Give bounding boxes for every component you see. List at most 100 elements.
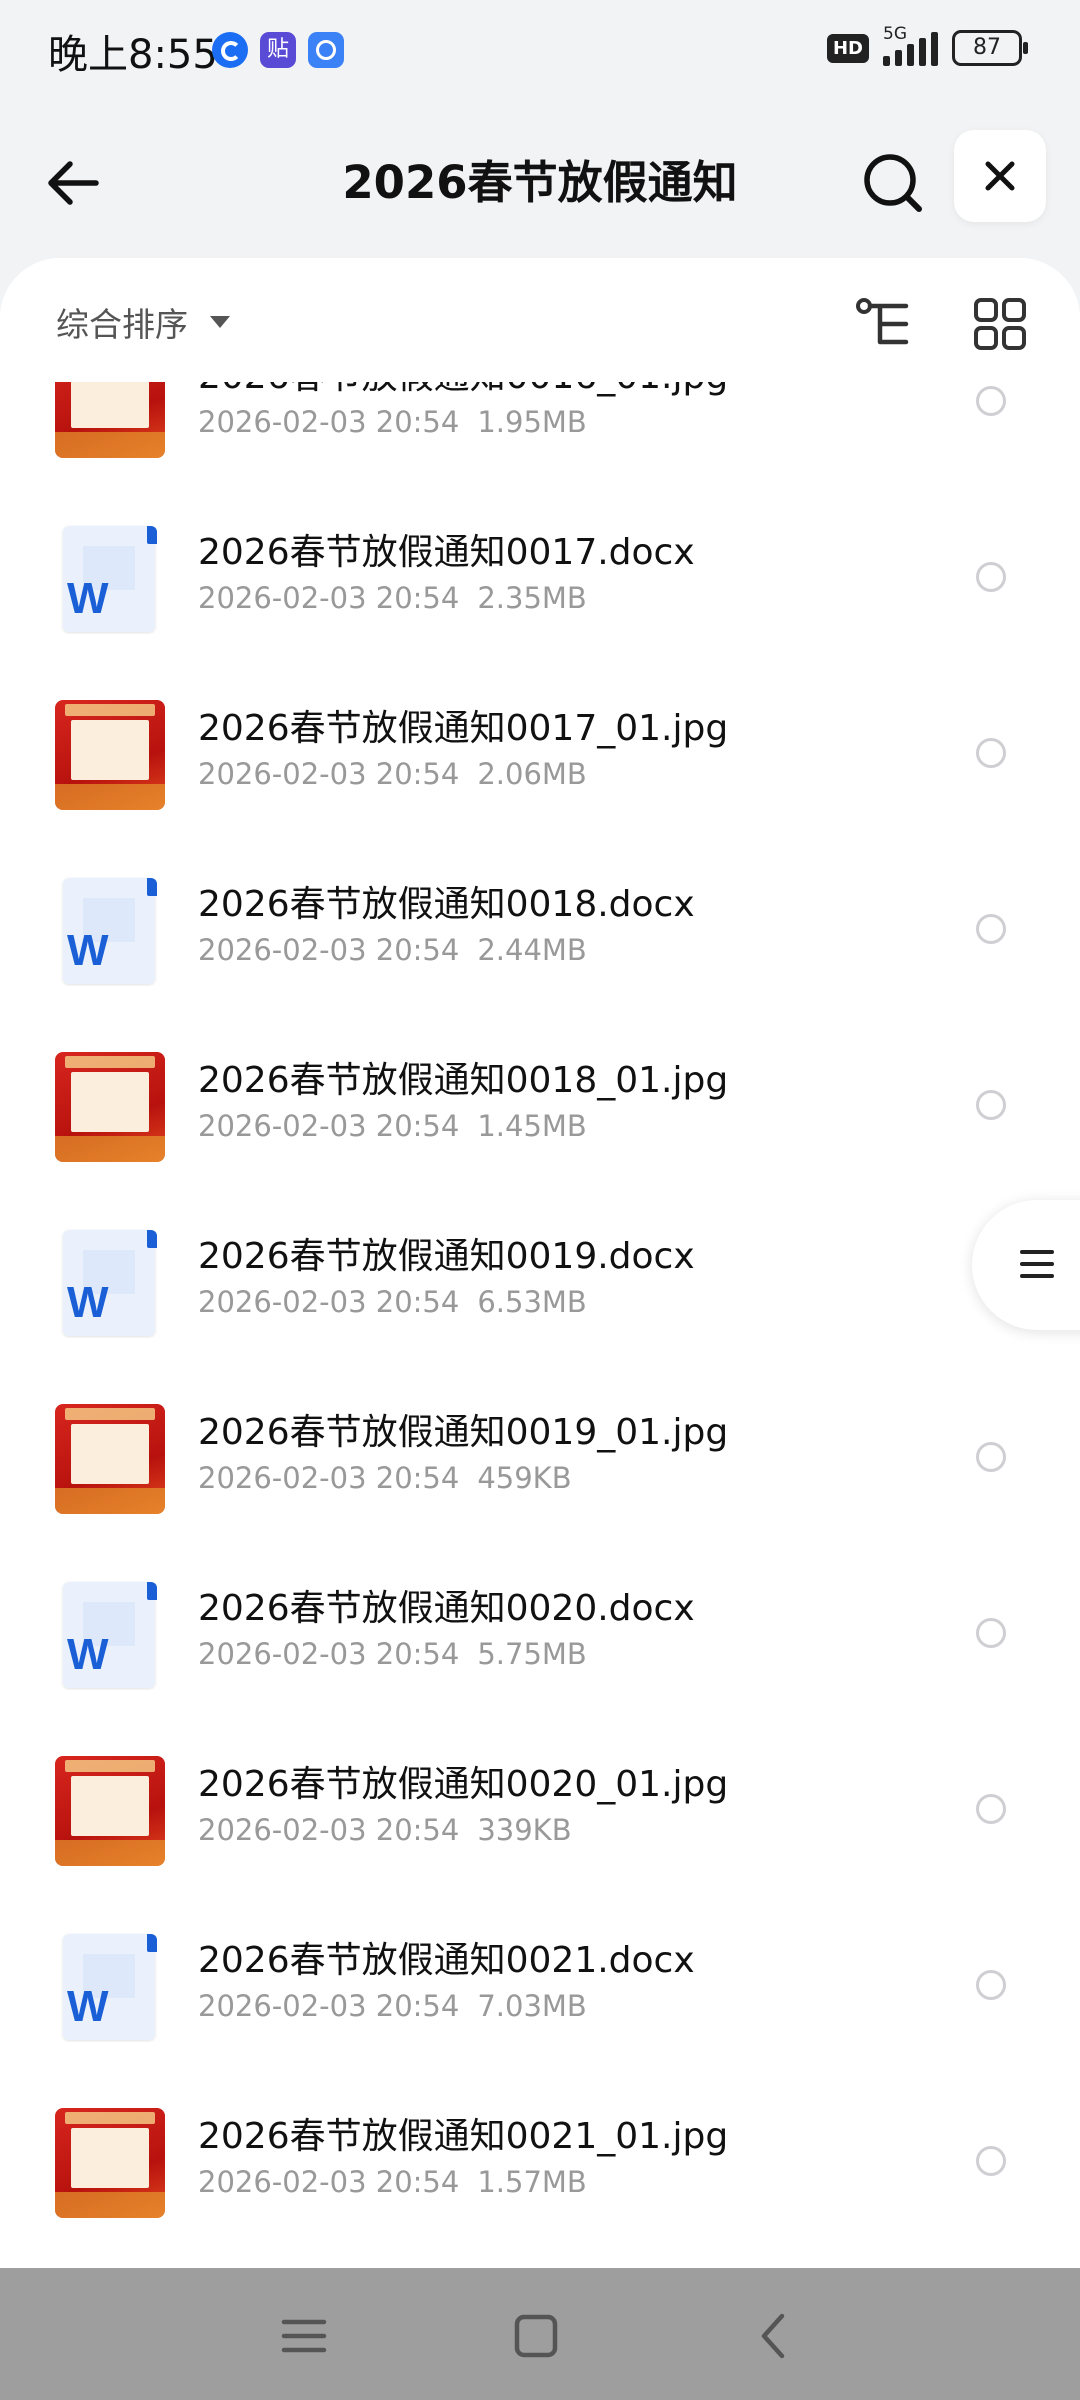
file-name: 2026春节放假通知0019_01.jpg: [198, 1412, 729, 1453]
file-date: 2026-02-03 20:54: [198, 1813, 460, 1847]
file-name: 2026春节放假通知0017_01.jpg: [198, 708, 729, 749]
file-date: 2026-02-03 20:54: [198, 2165, 460, 2199]
file-date: 2026-02-03 20:54: [198, 405, 460, 439]
file-size: 1.95MB: [477, 405, 587, 439]
file-date: 2026-02-03 20:54: [198, 757, 460, 791]
file-meta: 2026-02-03 20:54 2.06MB: [198, 757, 587, 791]
file-date: 2026-02-03 20:54: [198, 1285, 460, 1319]
word-document-icon: W: [55, 1932, 165, 2042]
caret-down-icon: [210, 316, 230, 328]
recent-apps-icon[interactable]: [276, 2308, 332, 2364]
hd-badge: HD: [826, 33, 869, 63]
file-size: 1.57MB: [477, 2165, 587, 2199]
status-right: HD 5G 87: [826, 24, 1028, 66]
file-name: 2026春节放假通知0018_01.jpg: [198, 1060, 729, 1101]
image-thumbnail: [55, 1756, 165, 1866]
select-radio[interactable]: [976, 2146, 1006, 2176]
file-name: 2026春节放假通知0017.docx: [198, 532, 695, 573]
file-row[interactable]: 2026春节放假通知0017_01.jpg 2026-02-03 20:54 2.0…: [0, 667, 1080, 843]
image-thumbnail: [55, 700, 165, 810]
select-radio[interactable]: [976, 1618, 1006, 1648]
file-row[interactable]: 2026春节放假通知0021_01.jpg 2026-02-03 20:54 1.5…: [0, 2075, 1080, 2251]
word-document-icon: W: [55, 1580, 165, 1690]
image-thumbnail: [55, 2108, 165, 2218]
file-list-panel: 2026春节放假通知0016_01.jpg2026-02-03 20:541.9…: [0, 258, 1080, 2268]
file-date: 2026-02-03 20:54: [198, 933, 460, 967]
file-name: 2026春节放假通知0020.docx: [198, 1588, 695, 1629]
close-icon: [985, 161, 1015, 191]
notification-icons: 贴: [212, 32, 344, 68]
file-row[interactable]: 2026春节放假通知0018_01.jpg 2026-02-03 20:54 1.4…: [0, 1019, 1080, 1195]
image-thumbnail: [55, 1404, 165, 1514]
file-size: 2.35MB: [477, 581, 587, 615]
close-button[interactable]: [954, 130, 1046, 222]
file-meta: 2026-02-03 20:54 7.03MB: [198, 1989, 587, 2023]
file-date: 2026-02-03 20:54: [198, 1989, 460, 2023]
file-meta: 2026-02-03 20:54 1.45MB: [198, 1109, 587, 1143]
menu-icon: [1020, 1250, 1054, 1286]
select-radio[interactable]: [976, 738, 1006, 768]
select-radio[interactable]: [976, 1794, 1006, 1824]
word-document-icon: W: [55, 524, 165, 634]
sort-dropdown[interactable]: 综合排序: [56, 298, 230, 346]
file-date: 2026-02-03 20:54: [198, 1461, 460, 1495]
file-name: 2026春节放假通知0021_01.jpg: [198, 2116, 729, 2157]
file-name: 2026春节放假通知0021.docx: [198, 1940, 695, 1981]
sort-label: 综合排序: [56, 305, 188, 344]
file-row[interactable]: 2026春节放假通知0020_01.jpg 2026-02-03 20:54 339…: [0, 1723, 1080, 1899]
file-size: 459KB: [477, 1461, 572, 1495]
system-nav-bar: [0, 2268, 1080, 2400]
file-size: 1.45MB: [477, 1109, 587, 1143]
network-label: 5G: [883, 24, 907, 44]
file-row[interactable]: 2026春节放假通知0019_01.jpg 2026-02-03 20:54 459…: [0, 1371, 1080, 1547]
file-meta: 2026-02-03 20:54 2.44MB: [198, 933, 587, 967]
app-notification-icon-2: [308, 32, 344, 68]
signal-icon: 5G: [883, 24, 938, 66]
file-meta: 2026-02-03 20:54 1.57MB: [198, 2165, 587, 2199]
file-name: 2026春节放假通知0018.docx: [198, 884, 695, 925]
file-row[interactable]: W 2026春节放假通知0019.docx 2026-02-03 20:54 6.53…: [0, 1195, 1080, 1371]
file-size: 339KB: [477, 1813, 572, 1847]
select-radio[interactable]: [976, 1090, 1006, 1120]
select-radio[interactable]: [976, 562, 1006, 592]
file-meta: 2026-02-03 20:54 339KB: [198, 1813, 572, 1847]
tree-view-icon[interactable]: [856, 296, 916, 352]
select-radio[interactable]: [976, 386, 1006, 416]
file-meta: 2026-02-03 20:54 5.75MB: [198, 1637, 587, 1671]
word-document-icon: W: [55, 1228, 165, 1338]
home-icon[interactable]: [508, 2308, 564, 2364]
file-name: 2026春节放假通知0020_01.jpg: [198, 1764, 729, 1805]
sort-toolbar: 综合排序: [0, 258, 1080, 382]
file-size: 2.06MB: [477, 757, 587, 791]
file-row[interactable]: W 2026春节放假通知0020.docx 2026-02-03 20:54 5.75…: [0, 1547, 1080, 1723]
app-notification-icon: [212, 32, 248, 68]
file-size: 6.53MB: [477, 1285, 587, 1319]
grid-view-icon[interactable]: [972, 296, 1028, 352]
file-size: 5.75MB: [477, 1637, 587, 1671]
arrow-left-icon[interactable]: [40, 148, 110, 218]
file-meta: 2026-02-03 20:54 459KB: [198, 1461, 572, 1495]
select-radio[interactable]: [976, 1442, 1006, 1472]
file-row[interactable]: W 2026春节放假通知0018.docx 2026-02-03 20:54 2.44…: [0, 843, 1080, 1019]
battery-icon: 87: [952, 30, 1028, 66]
select-radio[interactable]: [976, 914, 1006, 944]
status-bar: 晚上8:55 贴 HD 5G 87: [0, 0, 1080, 100]
status-time: 晚上8:55: [48, 32, 218, 78]
file-size: 2.44MB: [477, 933, 587, 967]
file-meta: 2026-02-03 20:54 1.95MB: [198, 405, 587, 439]
tieba-notification-icon: 贴: [260, 32, 296, 68]
file-date: 2026-02-03 20:54: [198, 1109, 460, 1143]
image-thumbnail: [55, 1052, 165, 1162]
title-bar: 2026春节放假通知: [0, 120, 1080, 240]
word-document-icon: W: [55, 876, 165, 986]
select-radio[interactable]: [976, 1970, 1006, 2000]
file-name: 2026春节放假通知0019.docx: [198, 1236, 695, 1277]
search-icon[interactable]: [858, 148, 928, 218]
back-icon[interactable]: [746, 2308, 802, 2364]
file-date: 2026-02-03 20:54: [198, 1637, 460, 1671]
file-row[interactable]: W 2026春节放假通知0021.docx 2026-02-03 20:54 7.03…: [0, 1899, 1080, 2075]
file-meta: 2026-02-03 20:54 6.53MB: [198, 1285, 587, 1319]
file-row[interactable]: W 2026春节放假通知0017.docx 2026-02-03 20:54 2.35…: [0, 491, 1080, 667]
file-date: 2026-02-03 20:54: [198, 581, 460, 615]
file-size: 7.03MB: [477, 1989, 587, 2023]
